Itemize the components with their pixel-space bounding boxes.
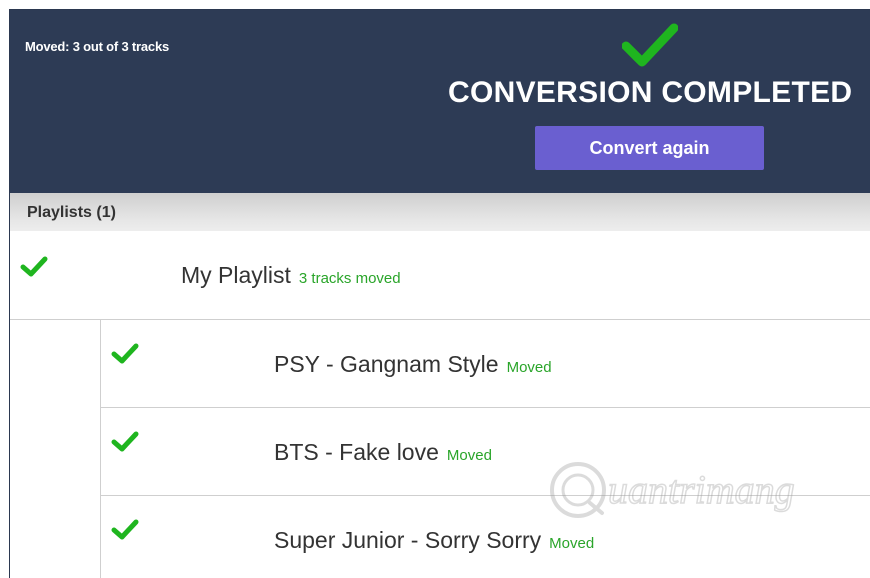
check-icon [111, 431, 139, 452]
playlists-section-title: Playlists (1) [27, 204, 116, 221]
convert-again-button[interactable]: Convert again [535, 126, 764, 170]
playlist-status: 3 tracks moved [298, 270, 401, 287]
playlists-section-header: Playlists (1) [10, 193, 870, 231]
header-banner: Moved: 3 out of 3 tracks CONVERSION COMP… [10, 10, 870, 193]
check-icon [111, 519, 139, 540]
check-icon [20, 256, 48, 277]
track-list: PSY - Gangnam Style Moved BTS - Fake love… [100, 320, 870, 578]
track-title: BTS - Fake love Moved [274, 439, 492, 466]
track-title-text: BTS - Fake love [274, 439, 439, 465]
track-row[interactable]: BTS - Fake love Moved [101, 408, 870, 496]
track-status: Moved [549, 535, 595, 552]
check-icon [111, 343, 139, 364]
track-row[interactable]: Super Junior - Sorry Sorry Moved [101, 496, 870, 578]
track-status: Moved [506, 359, 552, 376]
track-title: PSY - Gangnam Style Moved [274, 351, 552, 378]
conversion-result-page: Moved: 3 out of 3 tracks CONVERSION COMP… [0, 0, 870, 578]
moved-summary: Moved: 3 out of 3 tracks [25, 39, 170, 54]
track-status: Moved [446, 447, 492, 464]
track-title: Super Junior - Sorry Sorry Moved [274, 527, 594, 554]
track-row[interactable]: PSY - Gangnam Style Moved [101, 320, 870, 408]
check-icon [622, 23, 678, 67]
track-title-text: PSY - Gangnam Style [274, 351, 499, 377]
playlist-row[interactable]: My Playlist 3 tracks moved [10, 231, 870, 320]
playlist-name: My Playlist 3 tracks moved [181, 262, 401, 289]
track-title-text: Super Junior - Sorry Sorry [274, 527, 542, 553]
conversion-title: CONVERSION COMPLETED [448, 76, 853, 109]
result-panel: Moved: 3 out of 3 tracks CONVERSION COMP… [9, 9, 870, 578]
playlist-name-text: My Playlist [181, 262, 291, 288]
